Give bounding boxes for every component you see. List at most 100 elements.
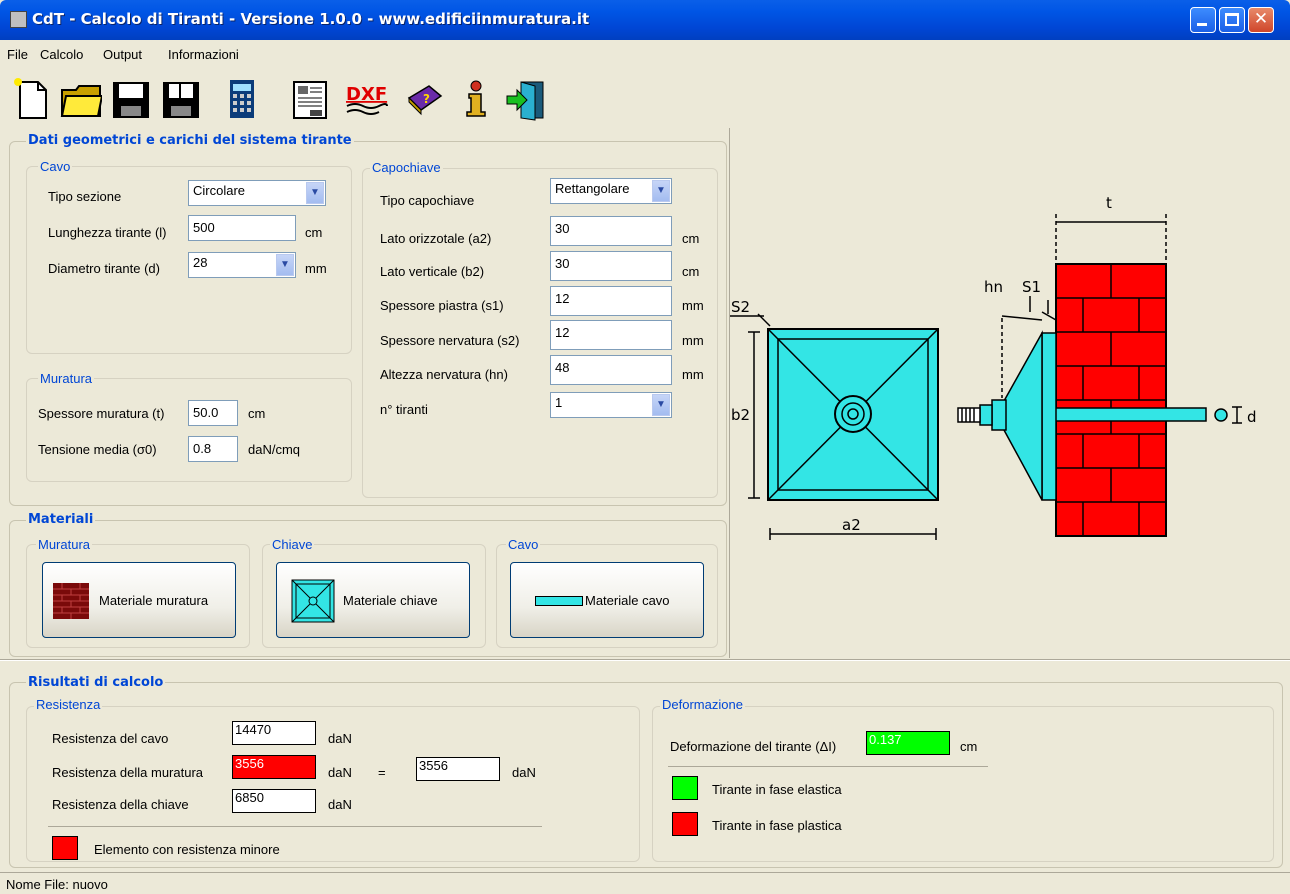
lato-orizzontale-input[interactable]: 30 [550, 216, 672, 246]
cavo-legend: Cavo [38, 159, 73, 174]
deformazione-legend: Deformazione [660, 697, 745, 712]
save-icon[interactable] [110, 76, 152, 122]
deformazione-value[interactable]: 0.137 [866, 731, 950, 755]
plastic-label: Tirante in fase plastica [712, 818, 842, 833]
tipo-capochiave-label: Tipo capochiave [380, 193, 475, 208]
chevron-down-icon[interactable]: ▼ [652, 394, 670, 416]
resistenza-row-label: Resistenza della muratura [52, 765, 204, 780]
resistenza-result-value[interactable]: 3556 [416, 757, 500, 781]
dim-hn-label: hn [984, 278, 1003, 296]
materiale-chiave-label: Materiale chiave [343, 593, 438, 608]
diametro-tirante-select[interactable]: 28 ▼ [188, 252, 296, 278]
status-file-name: Nome File: nuovo [6, 877, 108, 892]
open-folder-icon[interactable] [60, 76, 102, 122]
geometry-panel-title: Dati geometrici e carichi del sistema ti… [26, 133, 354, 148]
brick-wall-icon [53, 583, 89, 619]
materiale-cavo-legend: Cavo [506, 537, 541, 552]
tipo-sezione-select[interactable]: Circolare ▼ [188, 180, 326, 206]
app-icon [10, 11, 27, 28]
tensione-media-input[interactable]: 0.8 [188, 436, 238, 462]
menu-output[interactable]: Output [103, 47, 142, 62]
deformazione-unit: cm [960, 739, 978, 754]
risultati-panel-title: Risultati di calcolo [26, 675, 166, 690]
save-as-icon[interactable] [160, 76, 202, 122]
elastic-swatch [672, 776, 698, 800]
menu-file[interactable]: File [7, 47, 28, 62]
capochiave-field-unit: mm [682, 367, 704, 382]
close-icon: ✕ [1253, 9, 1269, 29]
materiale-muratura-legend: Muratura [36, 537, 93, 552]
n-tiranti-value: 1 [555, 395, 563, 410]
min-resistance-label: Elemento con resistenza minore [94, 842, 280, 857]
resistenza-cavo-value[interactable]: 14470 [232, 721, 316, 745]
spessore-piastra-input[interactable]: 12 [550, 286, 672, 316]
maximize-button[interactable] [1219, 7, 1245, 33]
menu-calcolo[interactable]: Calcolo [40, 47, 83, 62]
chevron-down-icon[interactable]: ▼ [652, 180, 670, 202]
diametro-value: 28 [193, 255, 208, 270]
diametro-unit: mm [305, 261, 327, 276]
n-tiranti-label: n° tiranti [380, 402, 428, 417]
divider [0, 659, 1290, 661]
lato-verticale-input[interactable]: 30 [550, 251, 672, 281]
lunghezza-tirante-input[interactable]: 500 [188, 215, 296, 241]
resistenza-row-unit: daN [328, 731, 352, 746]
dxf-export-icon[interactable]: DXF [343, 76, 391, 122]
resistenza-muratura-value[interactable]: 3556 [232, 755, 316, 779]
materiale-cavo-button[interactable]: Materiale cavo [510, 562, 704, 638]
capochiave-field-label: Altezza nervatura (hn) [380, 367, 508, 382]
capochiave-field-label: Spessore piastra (s1) [380, 298, 504, 313]
materiale-muratura-button[interactable]: Materiale muratura [42, 562, 236, 638]
tipo-sezione-label: Tipo sezione [48, 189, 122, 204]
exit-icon[interactable] [505, 76, 547, 122]
tie-rod-schematic: t hn S1 S2 b2 a2 d [730, 194, 1257, 540]
calculator-icon[interactable] [220, 76, 262, 122]
new-file-icon[interactable] [10, 76, 52, 122]
resistenza-group [26, 706, 640, 862]
resistenza-row-label: Resistenza della chiave [52, 797, 189, 812]
muratura-legend: Muratura [38, 371, 95, 386]
dxf-label: DXF [346, 84, 387, 105]
capochiave-field-unit: mm [682, 333, 704, 348]
dim-d-label: d [1247, 408, 1257, 426]
materiale-muratura-label: Materiale muratura [99, 593, 209, 608]
capochiave-field-unit: cm [682, 264, 700, 279]
capochiave-legend: Capochiave [370, 160, 443, 175]
deformazione-label: Deformazione del tirante (ΔI) [670, 739, 837, 754]
title-bar[interactable]: CdT - Calcolo di Tiranti - Versione 1.0.… [0, 0, 1290, 40]
resistenza-chiave-value[interactable]: 6850 [232, 789, 316, 813]
cable-icon [535, 596, 583, 606]
capochiave-field-label: Spessore nervatura (s2) [380, 333, 520, 348]
separator-line [668, 766, 988, 767]
minimize-button[interactable] [1190, 7, 1216, 33]
tipo-sezione-value: Circolare [193, 183, 246, 198]
report-icon[interactable] [288, 76, 330, 122]
tipo-capochiave-select[interactable]: Rettangolare ▼ [550, 178, 672, 204]
spessore-muratura-input[interactable]: 50.0 [188, 400, 238, 426]
capochiave-field-label: Lato verticale (b2) [380, 264, 485, 279]
info-icon[interactable] [455, 76, 497, 122]
materiale-cavo-label: Materiale cavo [585, 593, 670, 608]
tipo-capochiave-value: Rettangolare [555, 181, 630, 196]
resistenza-row-unit: daN [328, 797, 352, 812]
dim-t-label: t [1106, 194, 1112, 212]
resistenza-row-unit: daN [328, 765, 352, 780]
dim-a2-label: a2 [842, 516, 861, 534]
chevron-down-icon[interactable]: ▼ [306, 182, 324, 204]
help-book-icon[interactable]: ? [403, 76, 445, 122]
tensione-media-label: Tensione media (σ0) [38, 442, 157, 457]
altezza-nervatura-input[interactable]: 48 [550, 355, 672, 385]
materiale-chiave-button[interactable]: Materiale chiave [276, 562, 470, 638]
lunghezza-unit: cm [305, 225, 323, 240]
key-plate-icon [291, 579, 335, 623]
n-tiranti-select[interactable]: 1 ▼ [550, 392, 672, 418]
chevron-down-icon[interactable]: ▼ [276, 254, 294, 276]
toolbar: DXF ? [0, 68, 1290, 128]
materiale-chiave-legend: Chiave [270, 537, 315, 552]
materiali-panel-title: Materiali [26, 512, 96, 527]
menu-informazioni[interactable]: Informazioni [168, 47, 239, 62]
spessore-nervatura-input[interactable]: 12 [550, 320, 672, 350]
min-resistance-swatch [52, 836, 78, 860]
window-title: CdT - Calcolo di Tiranti - Versione 1.0.… [32, 10, 590, 28]
close-button[interactable]: ✕ [1248, 7, 1274, 33]
